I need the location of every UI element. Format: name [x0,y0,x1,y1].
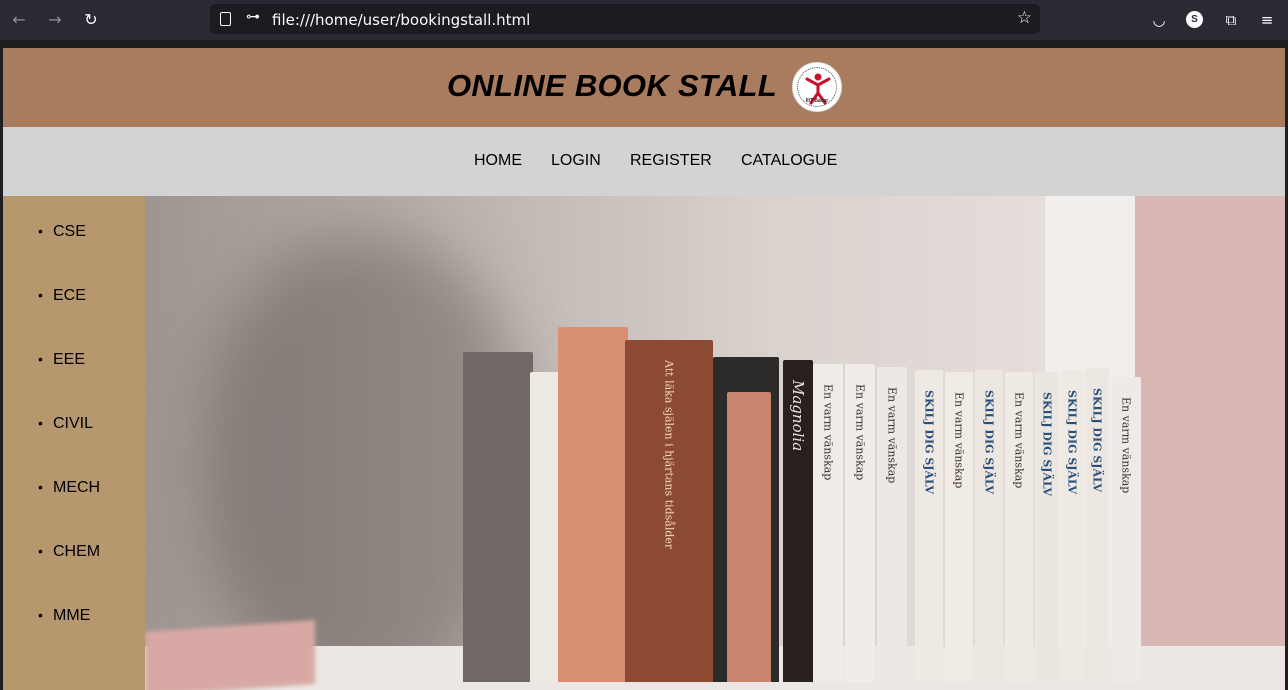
book: Magnolia [783,360,813,682]
book: Att läka själen i hjärtans tidsålder [625,340,713,682]
sidebar-item-label[interactable]: CHEM [53,543,100,561]
book: SKILJ DIG SJÄLV [915,370,943,682]
sidebar-item-ece[interactable]: ECE [38,287,86,305]
reload-icon[interactable]: ↻ [80,9,102,31]
spine-text: Att läka själen i hjärtans tidsålder [662,360,676,550]
book: En varm vänskap [1005,372,1033,682]
spine-text: En varm vänskap [853,384,867,481]
book: SKILJ DIG SJÄLV [1085,368,1109,682]
spine-text: SKILJ DIG SJÄLV [922,390,936,494]
book: En varm vänskap [945,372,973,682]
logo-figure-icon [805,73,831,105]
sidebar-item-mech[interactable]: MECH [38,479,100,497]
book [463,352,533,682]
book: En varm vänskap [1111,377,1141,682]
site-header: ONLINE BOOK STALL IIIT Basar [3,48,1285,127]
hero-pink-book [145,620,315,690]
nav-home[interactable]: HOME [474,152,522,170]
page-icon [220,12,231,26]
book: En varm vänskap [845,364,875,682]
back-icon[interactable]: ← [8,9,30,31]
sidebar-item-cse[interactable]: CSE [38,223,86,241]
sidebar-item-civil[interactable]: CIVIL [38,415,93,433]
sidebar-item-mme[interactable]: MME [38,607,90,625]
sidebar-item-label[interactable]: MME [53,607,90,625]
book [727,392,771,682]
sidebar-item-label[interactable]: MECH [53,479,100,497]
sidebar-item-label[interactable]: CSE [53,223,86,241]
spine-text: Magnolia [789,380,807,452]
hero-pink-wall [1135,196,1285,690]
forward-icon[interactable]: → [44,9,66,31]
nav-login[interactable]: LOGIN [551,152,601,170]
hero-bookshelf-image: Att läka själen i hjärtans tidsålder Mag… [145,196,1285,690]
sidebar-item-label[interactable]: EEE [53,351,85,369]
url-text[interactable]: file:///home/user/bookingstall.html [272,11,530,29]
web-page: ONLINE BOOK STALL IIIT Basar HOME LOGIN … [3,48,1285,690]
account-icon[interactable]: S [1186,11,1203,28]
book: SKILJ DIG SJÄLV [1060,370,1084,682]
spine-text: En varm vänskap [885,387,899,484]
sidebar-item-label[interactable]: ECE [53,287,86,305]
spine-text: En varm vänskap [1012,392,1026,489]
spine-text: SKILJ DIG SJÄLV [982,390,996,494]
extensions-icon[interactable]: ⧉ [1220,9,1242,31]
nav-register[interactable]: REGISTER [630,152,712,170]
main-nav: HOME LOGIN REGISTER CATALOGUE [3,127,1285,196]
nav-catalogue[interactable]: CATALOGUE [741,152,837,170]
spine-text: SKILJ DIG SJÄLV [1065,390,1079,494]
address-bar[interactable]: ⊶ file:///home/user/bookingstall.html ☆ [210,4,1040,34]
spine-text: En varm vänskap [952,392,966,489]
book: SKILJ DIG SJÄLV [975,370,1003,682]
book: En varm vänskap [813,364,843,682]
spine-text: SKILJ DIG SJÄLV [1040,392,1054,496]
menu-icon[interactable]: ≡ [1256,9,1278,31]
college-logo: IIIT Basar [792,62,842,112]
site-title: ONLINE BOOK STALL [447,68,778,103]
sidebar-item-chem[interactable]: CHEM [38,543,100,561]
sidebar-item-label[interactable]: CIVIL [53,415,93,433]
spine-text: En varm vänskap [821,384,835,481]
spine-text: En varm vänskap [1119,397,1133,494]
browser-toolbar: ← → ↻ ⊶ file:///home/user/bookingstall.h… [0,0,1288,40]
sidebar-item-eee[interactable]: EEE [38,351,85,369]
spine-text: SKILJ DIG SJÄLV [1090,388,1104,492]
permissions-icon[interactable]: ⊶ [246,9,260,25]
department-sidebar: CSE ECE EEE CIVIL MECH CHEM MME [3,196,145,690]
book [530,372,560,682]
bookmark-star-icon[interactable]: ☆ [1017,8,1032,28]
logo-text: IIIT Basar [805,98,829,104]
book: En varm vänskap [877,367,907,682]
pocket-icon[interactable]: ◡ [1148,9,1170,31]
book [558,327,628,682]
book: SKILJ DIG SJÄLV [1035,372,1059,682]
